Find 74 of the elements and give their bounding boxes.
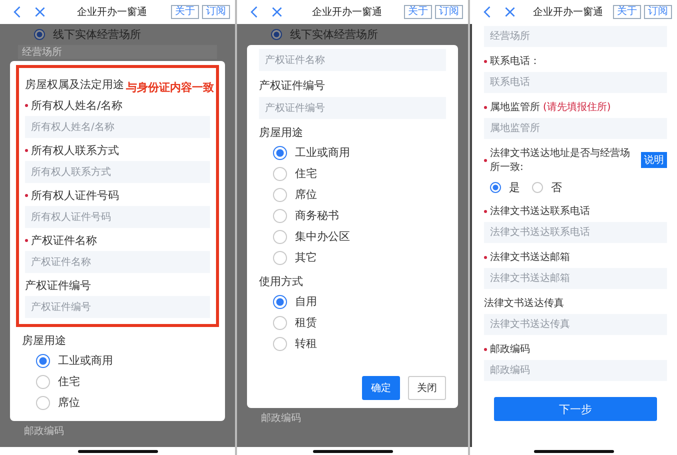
field-label: 属地监管所 xyxy=(490,100,540,114)
option-label: 是 xyxy=(509,180,520,195)
field-label: 邮政编码 xyxy=(490,342,530,356)
dimmed-label: 邮政编码 xyxy=(260,412,302,426)
input-field[interactable]: 产权证件名称 xyxy=(25,251,210,273)
close-button[interactable]: 关闭 xyxy=(408,376,446,400)
field-label: 产权证件编号 xyxy=(25,278,91,293)
input-field[interactable]: 产权证件编号 xyxy=(25,296,210,318)
info-button[interactable]: 说明 xyxy=(641,152,667,168)
input-field[interactable]: 属地监管所 xyxy=(484,118,667,139)
option-label: 工业或商用 xyxy=(58,353,113,368)
option-label: 否 xyxy=(551,180,562,195)
field-label: 法律文书送达联系电话 xyxy=(490,204,590,218)
input-field[interactable]: 所有权人证件号码 xyxy=(25,206,210,228)
header-button[interactable]: 订阅 xyxy=(644,5,672,19)
field-hint: (请先填报住所) xyxy=(543,100,611,114)
close-icon[interactable] xyxy=(271,6,283,18)
next-button[interactable]: 下一步 xyxy=(494,397,657,421)
page-title: 企业开办一窗通 xyxy=(311,6,383,19)
close-icon[interactable] xyxy=(34,6,46,18)
input-field[interactable]: 所有权人姓名/名称 xyxy=(25,116,210,138)
header-button[interactable]: 关于 xyxy=(613,5,641,19)
option-label: 集中办公区 xyxy=(295,229,350,244)
header-button[interactable]: 关于 xyxy=(171,5,199,19)
field-label: 法律文书送达传真 xyxy=(484,296,564,310)
input-field[interactable]: 联系电话 xyxy=(484,72,667,93)
option-label: 席位 xyxy=(295,187,317,202)
option-label: 住宅 xyxy=(295,166,317,181)
field-label: 法律文书送达地址是否与经营场所一致: xyxy=(490,146,631,174)
radio-button[interactable] xyxy=(273,146,287,160)
option-label: 自用 xyxy=(295,294,317,309)
input-field[interactable]: 所有权人联系方式 xyxy=(25,161,210,183)
radio-button[interactable] xyxy=(34,29,45,40)
confirm-button[interactable]: 确定 xyxy=(362,376,400,400)
option-label: 住宅 xyxy=(58,374,80,389)
field-label: 产权证件名称 xyxy=(31,233,97,248)
radio-button[interactable] xyxy=(36,354,50,368)
radio-button[interactable] xyxy=(273,294,287,308)
input-field[interactable]: 法律文书送达邮箱 xyxy=(484,268,667,289)
option-label: 租赁 xyxy=(295,315,317,330)
input-field[interactable]: 产权证件编号 xyxy=(259,97,446,119)
radio-button[interactable] xyxy=(490,182,501,193)
input-field[interactable]: 经营场所 xyxy=(484,26,667,47)
option-label: 工业或商用 xyxy=(295,145,350,160)
field-label: 所有权人姓名/名称 xyxy=(31,98,123,113)
radio-button[interactable] xyxy=(271,29,282,40)
option-label: 商务秘书 xyxy=(295,208,339,223)
field-label: 产权证件编号 xyxy=(259,78,325,93)
group-label: 房屋用途 xyxy=(259,125,304,141)
header-button[interactable]: 关于 xyxy=(404,5,432,19)
section-heading: 房屋权属及法定用途 xyxy=(25,77,124,93)
close-icon[interactable] xyxy=(504,6,516,18)
field-label: 所有权人证件号码 xyxy=(31,188,119,203)
field-label: 所有权人联系方式 xyxy=(31,143,119,158)
field-label: 联系电话： xyxy=(490,54,540,68)
header-button[interactable]: 订阅 xyxy=(435,5,463,19)
group-label: 使用方式 xyxy=(259,274,304,290)
input-field[interactable]: 邮政编码 xyxy=(484,360,667,381)
header-button[interactable]: 订阅 xyxy=(202,5,230,19)
annotation-text: 与身份证内容一致 xyxy=(126,80,214,95)
input-field[interactable]: 产权证件名称 xyxy=(259,49,446,71)
dimmed-label: 邮政编码 xyxy=(23,424,65,439)
input-field[interactable]: 经营场所 xyxy=(18,45,217,59)
field-label: 法律文书送达邮箱 xyxy=(490,250,570,264)
option-label: 线下实体经营场所 xyxy=(53,27,141,42)
input-field[interactable]: 法律文书送达联系电话 xyxy=(484,222,667,243)
option-label: 席位 xyxy=(58,395,80,410)
group-label: 房屋用途 xyxy=(22,333,67,349)
option-label: 线下实体经营场所 xyxy=(290,27,378,42)
input-field[interactable]: 法律文书送达传真 xyxy=(484,314,667,335)
page-title: 企业开办一窗通 xyxy=(76,6,148,19)
option-label: 转租 xyxy=(295,336,317,351)
page-title: 企业开办一窗通 xyxy=(532,6,604,19)
option-label: 其它 xyxy=(295,250,317,265)
